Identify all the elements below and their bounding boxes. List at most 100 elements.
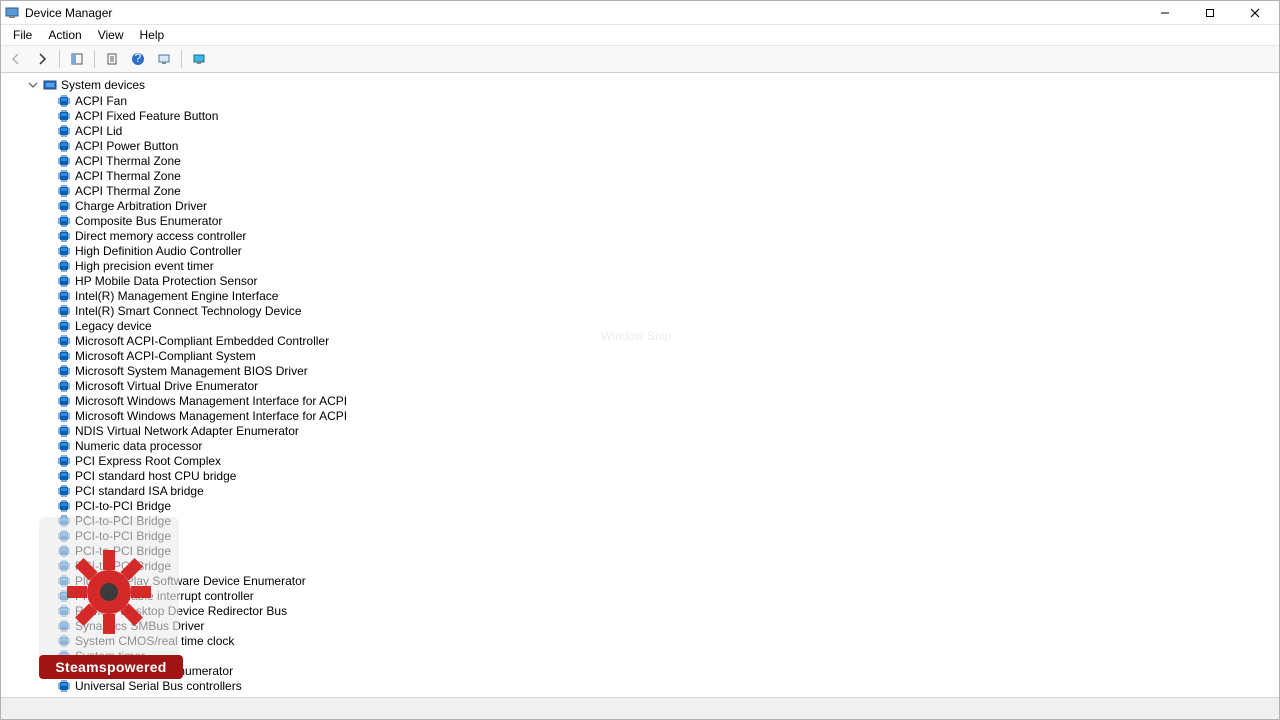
device-item[interactable]: Intel(R) Management Engine Interface [1, 288, 1279, 303]
device-label: PCI-to-PCI Bridge [75, 529, 171, 543]
device-item[interactable]: Synaptics SMBus Driver [1, 618, 1279, 633]
device-item[interactable]: ACPI Power Button [1, 138, 1279, 153]
device-label: NDIS Virtual Network Adapter Enumerator [75, 424, 299, 438]
device-chip-icon [57, 259, 71, 273]
device-label: ACPI Power Button [75, 139, 178, 153]
device-item[interactable]: PCI-to-PCI Bridge [1, 513, 1279, 528]
device-label: Legacy device [75, 319, 152, 333]
minimize-button[interactable] [1142, 1, 1187, 25]
device-item[interactable]: Microsoft ACPI-Compliant Embedded Contro… [1, 333, 1279, 348]
device-chip-icon [57, 619, 71, 633]
toolbar-refresh-button[interactable] [153, 48, 175, 70]
device-item[interactable]: Intel(R) Smart Connect Technology Device [1, 303, 1279, 318]
device-item[interactable]: ACPI Thermal Zone [1, 168, 1279, 183]
toolbar-show-hide-button[interactable] [66, 48, 88, 70]
device-item[interactable]: ACPI Fan [1, 93, 1279, 108]
device-label: HP Mobile Data Protection Sensor [75, 274, 258, 288]
device-chip-icon [57, 634, 71, 648]
device-chip-icon [57, 664, 71, 678]
device-chip-icon [57, 559, 71, 573]
device-chip-icon [57, 199, 71, 213]
device-item[interactable]: PCI-to-PCI Bridge [1, 558, 1279, 573]
tree-category-label: System devices [61, 78, 145, 92]
device-item[interactable]: Remote Desktop Device Redirector Bus [1, 603, 1279, 618]
menu-file[interactable]: File [5, 26, 40, 44]
device-chip-icon [57, 304, 71, 318]
device-item[interactable]: System timer [1, 648, 1279, 663]
device-item[interactable]: PCI-to-PCI Bridge [1, 498, 1279, 513]
maximize-button[interactable] [1187, 1, 1232, 25]
device-item[interactable]: UMBus Root Bus Enumerator [1, 663, 1279, 678]
show-hide-icon [70, 52, 84, 66]
device-label: ACPI Thermal Zone [75, 154, 181, 168]
device-item[interactable]: Legacy device [1, 318, 1279, 333]
toolbar: ? [1, 45, 1279, 73]
titlebar[interactable]: Device Manager [1, 1, 1279, 25]
toolbar-help-button[interactable]: ? [127, 48, 149, 70]
device-item[interactable]: HP Mobile Data Protection Sensor [1, 273, 1279, 288]
close-button[interactable] [1232, 1, 1277, 25]
device-item[interactable]: PCI standard ISA bridge [1, 483, 1279, 498]
device-label: Synaptics SMBus Driver [75, 619, 204, 633]
device-chip-icon [57, 349, 71, 363]
device-item[interactable]: PCI-to-PCI Bridge [1, 543, 1279, 558]
device-label: Direct memory access controller [75, 229, 246, 243]
device-item[interactable]: Microsoft System Management BIOS Driver [1, 363, 1279, 378]
device-chip-icon [57, 529, 71, 543]
device-chip-icon [57, 124, 71, 138]
device-label: Microsoft System Management BIOS Driver [75, 364, 308, 378]
device-chip-icon [57, 484, 71, 498]
device-chip-icon [57, 244, 71, 258]
device-item[interactable]: ACPI Thermal Zone [1, 153, 1279, 168]
toolbar-back-button[interactable] [5, 48, 27, 70]
device-item[interactable]: ACPI Thermal Zone [1, 183, 1279, 198]
menu-help[interactable]: Help [132, 26, 173, 44]
device-label: Charge Arbitration Driver [75, 199, 207, 213]
device-chip-icon [57, 499, 71, 513]
monitor-icon [192, 52, 206, 66]
device-item[interactable]: Charge Arbitration Driver [1, 198, 1279, 213]
device-item[interactable]: NDIS Virtual Network Adapter Enumerator [1, 423, 1279, 438]
device-label: Microsoft ACPI-Compliant System [75, 349, 256, 363]
help-icon: ? [131, 52, 145, 66]
toolbar-properties-button[interactable] [101, 48, 123, 70]
forward-icon [35, 52, 49, 66]
back-icon [9, 52, 23, 66]
toolbar-monitor-button[interactable] [188, 48, 210, 70]
device-item[interactable]: High precision event timer [1, 258, 1279, 273]
device-item[interactable]: ACPI Lid [1, 123, 1279, 138]
device-chip-icon [57, 379, 71, 393]
device-chip-icon [57, 604, 71, 618]
device-item[interactable]: Programmable interrupt controller [1, 588, 1279, 603]
device-tree[interactable]: System devices ACPI FanACPI Fixed Featur… [1, 73, 1279, 697]
device-item[interactable]: PCI-to-PCI Bridge [1, 528, 1279, 543]
device-item[interactable]: Composite Bus Enumerator [1, 213, 1279, 228]
device-item[interactable]: Direct memory access controller [1, 228, 1279, 243]
device-item[interactable]: Microsoft Virtual Drive Enumerator [1, 378, 1279, 393]
device-item[interactable]: Microsoft Windows Management Interface f… [1, 393, 1279, 408]
menu-action[interactable]: Action [40, 26, 89, 44]
device-item[interactable]: Plug and Play Software Device Enumerator [1, 573, 1279, 588]
device-item[interactable]: ACPI Fixed Feature Button [1, 108, 1279, 123]
device-label: Intel(R) Management Engine Interface [75, 289, 278, 303]
device-item[interactable]: Universal Serial Bus controllers [1, 678, 1279, 693]
device-chip-icon [57, 229, 71, 243]
device-chip-icon [57, 94, 71, 108]
device-item[interactable]: High Definition Audio Controller [1, 243, 1279, 258]
device-chip-icon [57, 169, 71, 183]
menu-view[interactable]: View [90, 26, 132, 44]
device-label: ACPI Fan [75, 94, 127, 108]
device-chip-icon [57, 109, 71, 123]
device-item[interactable]: Microsoft Windows Management Interface f… [1, 408, 1279, 423]
toolbar-forward-button[interactable] [31, 48, 53, 70]
device-chip-icon [57, 289, 71, 303]
device-item[interactable]: Microsoft ACPI-Compliant System [1, 348, 1279, 363]
device-label: ACPI Thermal Zone [75, 184, 181, 198]
device-item[interactable]: Numeric data processor [1, 438, 1279, 453]
device-item[interactable]: System CMOS/real time clock [1, 633, 1279, 648]
chevron-down-icon[interactable] [27, 79, 39, 91]
device-chip-icon [57, 154, 71, 168]
device-item[interactable]: PCI Express Root Complex [1, 453, 1279, 468]
device-item[interactable]: PCI standard host CPU bridge [1, 468, 1279, 483]
tree-category-system-devices[interactable]: System devices [1, 77, 1279, 93]
